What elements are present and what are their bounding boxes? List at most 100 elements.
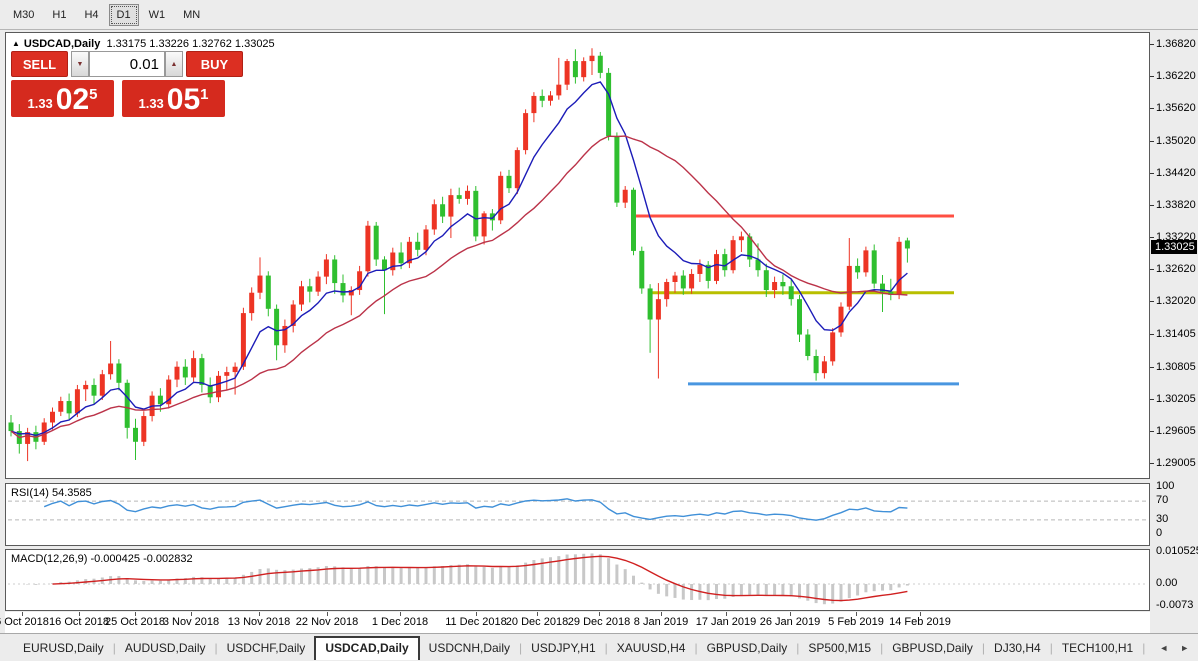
date-axis-label: 22 Nov 2018: [296, 616, 358, 628]
price-axis-tick: [1150, 269, 1154, 270]
date-axis-label: 13 Nov 2018: [228, 616, 290, 628]
price-axis-label: 1.33820: [1156, 199, 1196, 211]
one-click-trade-panel: SELL ▼ ▲ BUY 1.33 02 5 1.33 05 1: [11, 51, 243, 117]
date-axis-label: 16 Oct 2018: [49, 616, 109, 628]
rsi-line: [44, 499, 907, 520]
price-axis-tick: [1150, 237, 1154, 238]
chart-tab-sp500-m15[interactable]: SP500,M15: [799, 637, 880, 659]
buy-price-prefix: 1.33: [138, 96, 163, 111]
chart-tab-usdcad-daily[interactable]: USDCAD,Daily: [314, 636, 419, 660]
sell-price-prefix: 1.33: [27, 96, 52, 111]
date-axis-label: 11 Dec 2018: [445, 616, 507, 628]
price-axis-tick: [1150, 141, 1154, 142]
date-axis-label: 14 Feb 2019: [889, 616, 951, 628]
date-axis-label: 26 Jan 2019: [760, 616, 821, 628]
sell-price-pip: 5: [89, 86, 97, 103]
rsi-plot: [6, 484, 1149, 545]
price-axis-label: 1.30805: [1156, 361, 1196, 373]
main-chart-pane[interactable]: ▲ USDCAD,Daily 1.33175 1.33226 1.32762 1.…: [5, 32, 1150, 479]
date-axis-label: 6 Oct 2018: [0, 616, 49, 628]
price-axis-label: 1.32020: [1156, 295, 1196, 307]
buy-button[interactable]: BUY: [186, 51, 243, 77]
price-axis-label: 1.35620: [1156, 102, 1196, 114]
macd-scale-label: 0.00: [1156, 577, 1177, 589]
chart-tab-audusd-daily[interactable]: AUDUSD,Daily: [116, 637, 215, 659]
current-price-badge: 1.33025: [1151, 240, 1197, 254]
date-axis[interactable]: 6 Oct 201816 Oct 201825 Oct 20183 Nov 20…: [5, 612, 1150, 633]
chevron-down-icon: ▼: [77, 61, 84, 68]
price-axis-tick: [1150, 173, 1154, 174]
sell-price-box[interactable]: 1.33 02 5: [11, 80, 114, 117]
volume-increase-button[interactable]: ▲: [165, 51, 183, 77]
macd-label: MACD(12,26,9) -0.000425 -0.002832: [11, 553, 193, 565]
rsi-scale-label: 70: [1156, 494, 1168, 506]
rsi-scale-label: 100: [1156, 480, 1174, 492]
price-axis[interactable]: 1.36820 1.36220 1.35620 1.35020 1.34420 1.338…: [1150, 32, 1198, 632]
timeframe-button-h1[interactable]: H1: [44, 4, 74, 26]
timeframe-button-mn[interactable]: MN: [175, 4, 208, 26]
sell-button[interactable]: SELL: [11, 51, 68, 77]
price-axis-tick: [1150, 334, 1154, 335]
tab-separator: |: [1142, 641, 1145, 655]
date-axis-label: 8 Jan 2019: [634, 616, 688, 628]
timeframe-button-d1[interactable]: D1: [109, 4, 139, 26]
chart-ohlc-values: 1.33175 1.33226 1.32762 1.33025: [106, 38, 274, 50]
macd-scale-label: -0.0073: [1156, 599, 1193, 611]
macd-indicator-pane[interactable]: MACD(12,26,9) -0.000425 -0.002832: [5, 549, 1150, 611]
date-axis-label: 17 Jan 2019: [696, 616, 757, 628]
chart-title: ▲ USDCAD,Daily 1.33175 1.33226 1.32762 1.…: [12, 38, 275, 50]
volume-input[interactable]: [89, 51, 165, 77]
chart-tab-gbpusd-daily[interactable]: GBPUSD,Daily: [698, 637, 797, 659]
chart-symbol-label: USDCAD,Daily: [24, 38, 100, 50]
collapse-panel-icon[interactable]: ▲: [12, 39, 20, 48]
chart-tab-gbpusd-daily[interactable]: GBPUSD,Daily: [883, 637, 982, 659]
price-axis-label: 1.32620: [1156, 263, 1196, 275]
price-axis-label: 1.29005: [1156, 457, 1196, 469]
date-axis-label: 25 Oct 2018: [105, 616, 165, 628]
date-axis-label: 3 Nov 2018: [163, 616, 219, 628]
price-axis-label: 1.35020: [1156, 135, 1196, 147]
tab-scroll-right-button[interactable]: ►: [1174, 641, 1195, 655]
price-axis-label: 1.36220: [1156, 70, 1196, 82]
tab-scroll-left-button[interactable]: ◄: [1153, 641, 1174, 655]
price-axis-tick: [1150, 431, 1154, 432]
price-axis-label: 1.34420: [1156, 167, 1196, 179]
price-axis-label: 1.30205: [1156, 393, 1196, 405]
date-axis-label: 5 Feb 2019: [828, 616, 884, 628]
price-axis-tick: [1150, 367, 1154, 368]
date-axis-label: 20 Dec 2018: [506, 616, 568, 628]
price-axis-tick: [1150, 463, 1154, 464]
sell-price-main: 02: [56, 86, 89, 114]
timeframe-button-h4[interactable]: H4: [76, 4, 106, 26]
price-axis-label: 1.31405: [1156, 328, 1196, 340]
price-axis-label: 1.36820: [1156, 38, 1196, 50]
timeframe-button-m30[interactable]: M30: [5, 4, 42, 26]
macd-scale-label: 0.010525: [1156, 545, 1198, 557]
rsi-scale-label: 0: [1156, 527, 1162, 539]
chart-tab-dj30-h4[interactable]: DJ30,H4: [985, 637, 1050, 659]
price-axis-tick: [1150, 76, 1154, 77]
chart-tab-usdcnh-daily[interactable]: USDCNH,Daily: [420, 637, 519, 659]
rsi-indicator-pane[interactable]: RSI(14) 54.3585: [5, 483, 1150, 546]
buy-price-main: 05: [167, 86, 200, 114]
chart-tab-usdchf-daily[interactable]: USDCHF,Daily: [218, 637, 315, 659]
rsi-label: RSI(14) 54.3585: [11, 487, 92, 499]
timeframe-button-w1[interactable]: W1: [141, 4, 174, 26]
chart-tab-tech100-h1[interactable]: TECH100,H1: [1053, 637, 1142, 659]
buy-price-box[interactable]: 1.33 05 1: [122, 80, 225, 117]
date-axis-label: 29 Dec 2018: [568, 616, 630, 628]
price-axis-tick: [1150, 399, 1154, 400]
rsi-scale-label: 30: [1156, 513, 1168, 525]
chart-tab-eurusd-daily[interactable]: EURUSD,Daily: [14, 637, 113, 659]
price-axis-tick: [1150, 108, 1154, 109]
price-axis-label: 1.29605: [1156, 425, 1196, 437]
tab-scroll-controls: | ◄►: [1142, 641, 1198, 655]
price-axis-tick: [1150, 301, 1154, 302]
chart-tab-bar: EURUSD,Daily|AUDUSD,Daily|USDCHF,DailyUS…: [0, 633, 1198, 661]
buy-price-pip: 1: [200, 86, 208, 103]
chart-tab-xauusd-h4[interactable]: XAUUSD,H4: [608, 637, 695, 659]
price-axis-tick: [1150, 205, 1154, 206]
timeframe-toolbar: M30H1H4D1W1MN: [0, 0, 1198, 30]
chart-tab-usdjpy-h1[interactable]: USDJPY,H1: [522, 637, 604, 659]
volume-decrease-button[interactable]: ▼: [71, 51, 89, 77]
